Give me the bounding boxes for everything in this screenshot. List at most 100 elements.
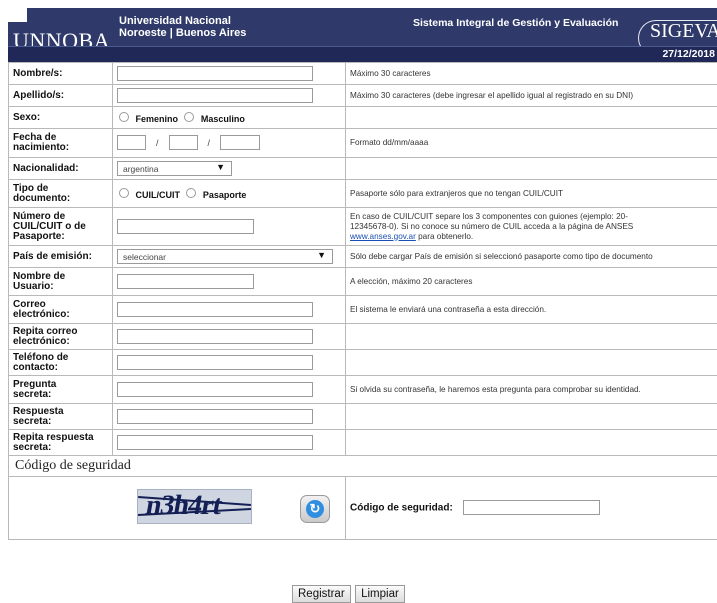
fecha-dia-input[interactable]	[117, 135, 146, 150]
label-numero-line2: CUIL/CUIT o de	[13, 222, 108, 232]
label-tipo-line1: Tipo de	[13, 184, 108, 194]
row-pais: País de emisión: seleccionar ▼ Sólo debe…	[9, 246, 717, 268]
pais-select[interactable]: seleccionar ▼	[117, 249, 333, 264]
label-apellido: Apellido/s:	[9, 85, 113, 107]
fecha-sep-2: /	[208, 138, 211, 148]
captcha-code-cell: Código de seguridad:	[346, 477, 717, 540]
hint-sexo	[346, 107, 717, 129]
label-pregunta-line2: secreta:	[13, 390, 108, 400]
repita-correo-input[interactable]	[117, 329, 313, 344]
sexo-femenino-radio[interactable]	[119, 112, 129, 122]
label-correo: Correo electrónico:	[9, 296, 113, 324]
usuario-input[interactable]	[117, 274, 254, 289]
label-telefono-line2: contacto:	[13, 363, 108, 373]
row-numero-documento: Número de CUIL/CUIT o de Pasaporte: En c…	[9, 208, 717, 246]
label-repita-respuesta: Repita respuesta secreta:	[9, 430, 113, 456]
captcha-text: n3h4rt	[143, 490, 224, 522]
row-sexo: Sexo: Femenino Masculino	[9, 107, 717, 129]
row-correo: Correo electrónico: El sistema le enviar…	[9, 296, 717, 324]
label-usuario: Nombre de Usuario:	[9, 268, 113, 296]
captcha-area: n3h4rt ↻	[9, 477, 345, 539]
label-pais: País de emisión:	[9, 246, 113, 268]
row-telefono: Teléfono de contacto:	[9, 350, 717, 376]
label-telefono: Teléfono de contacto:	[9, 350, 113, 376]
sexo-masculino-label: Masculino	[201, 114, 245, 124]
registration-form: Nombre/s: Máximo 30 caracteres Apellido/…	[8, 62, 717, 540]
security-code-input[interactable]	[463, 500, 600, 515]
date-bar: 27/12/2018	[8, 46, 717, 62]
respuesta-input[interactable]	[117, 409, 313, 424]
security-section-title: Código de seguridad	[9, 456, 717, 477]
anses-link[interactable]: www.anses.gov.ar	[350, 232, 416, 241]
nacionalidad-select[interactable]: argentina ▼	[117, 161, 232, 176]
limpiar-button[interactable]: Limpiar	[355, 585, 405, 603]
label-correo-line2: electrónico:	[13, 310, 108, 320]
hint-usuario: A elección, máximo 20 caracteres	[346, 268, 717, 296]
hint-nombre: Máximo 30 caracteres	[346, 63, 717, 85]
hint-nacionalidad	[346, 158, 717, 180]
hint-fecha: Formato dd/mm/aaaa	[346, 129, 717, 158]
label-tipo-documento: Tipo de documento:	[9, 180, 113, 208]
row-nacionalidad: Nacionalidad: argentina ▼	[9, 158, 717, 180]
label-pregunta-line1: Pregunta	[13, 380, 108, 390]
registrar-button[interactable]: Registrar	[292, 585, 351, 603]
label-nombre: Nombre/s:	[9, 63, 113, 85]
label-nacionalidad: Nacionalidad:	[9, 158, 113, 180]
label-pregunta: Pregunta secreta:	[9, 376, 113, 404]
label-tipo-line2: documento:	[13, 194, 108, 204]
refresh-captcha-button[interactable]: ↻	[300, 495, 330, 523]
numero-documento-input[interactable]	[117, 219, 254, 234]
current-date: 27/12/2018	[662, 48, 715, 60]
hint-respuesta	[346, 404, 717, 430]
chevron-down-icon: ▼	[317, 250, 326, 260]
hint-pais: Sólo debe cargar País de emisión si sele…	[346, 246, 717, 268]
hint-tipo-documento: Pasaporte sólo para extranjeros que no t…	[346, 180, 717, 208]
label-telefono-line1: Teléfono de	[13, 353, 108, 363]
row-pregunta: Pregunta secreta: Si olvida su contraseñ…	[9, 376, 717, 404]
security-code-label: Código de seguridad:	[350, 502, 453, 513]
tipo-pasaporte-label: Pasaporte	[203, 190, 247, 200]
apellido-input[interactable]	[117, 88, 313, 103]
fecha-mes-input[interactable]	[169, 135, 198, 150]
correo-input[interactable]	[117, 302, 313, 317]
label-usuario-line2: Usuario:	[13, 282, 108, 292]
telefono-input[interactable]	[117, 355, 313, 370]
sexo-femenino-label: Femenino	[135, 114, 178, 124]
form-actions: Registrar Limpiar	[292, 585, 405, 603]
hint-repita-respuesta	[346, 430, 717, 456]
row-fecha: Fecha de nacimiento: // Formato dd/mm/aa…	[9, 129, 717, 158]
pais-selected: seleccionar	[123, 252, 166, 262]
chevron-down-icon: ▼	[216, 162, 225, 172]
fecha-anio-input[interactable]	[220, 135, 260, 150]
row-security-title: Código de seguridad	[9, 456, 717, 477]
label-respuesta-line1: Respuesta	[13, 407, 108, 417]
row-captcha: n3h4rt ↻ Código de seguridad:	[9, 477, 717, 540]
label-respuesta: Respuesta secreta:	[9, 404, 113, 430]
label-repita-respuesta-line1: Repita respuesta	[13, 433, 108, 443]
captcha-image: n3h4rt	[137, 489, 252, 524]
label-respuesta-line2: secreta:	[13, 417, 108, 427]
row-repita-respuesta: Repita respuesta secreta:	[9, 430, 717, 456]
hint-numero-tail: para obtenerlo.	[416, 232, 473, 241]
hint-pregunta: Si olvida su contraseña, le haremos esta…	[346, 376, 717, 404]
sigeva-logo: SIGEVA	[650, 20, 717, 43]
fecha-sep-1: /	[156, 138, 159, 148]
university-name: Universidad Nacional Noroeste | Buenos A…	[119, 15, 246, 39]
label-fecha-line2: nacimiento:	[13, 143, 108, 153]
row-repita-correo: Repita correo electrónico:	[9, 324, 717, 350]
refresh-icon: ↻	[306, 500, 324, 518]
tipo-pasaporte-radio[interactable]	[186, 188, 196, 198]
tipo-cuil-label: CUIL/CUIT	[135, 190, 180, 200]
header-corner	[7, 7, 27, 22]
label-numero-line3: Pasaporte:	[13, 232, 108, 242]
pregunta-input[interactable]	[117, 382, 313, 397]
row-apellido: Apellido/s: Máximo 30 caracteres (debe i…	[9, 85, 717, 107]
sexo-masculino-radio[interactable]	[184, 112, 194, 122]
tipo-cuil-radio[interactable]	[119, 188, 129, 198]
repita-respuesta-input[interactable]	[117, 435, 313, 450]
row-respuesta: Respuesta secreta:	[9, 404, 717, 430]
system-title: Sistema Integral de Gestión y Evaluación	[413, 17, 618, 29]
nombre-input[interactable]	[117, 66, 313, 81]
row-tipo-documento: Tipo de documento: CUIL/CUIT Pasaporte P…	[9, 180, 717, 208]
hint-correo: El sistema le enviará una contraseña a e…	[346, 296, 717, 324]
